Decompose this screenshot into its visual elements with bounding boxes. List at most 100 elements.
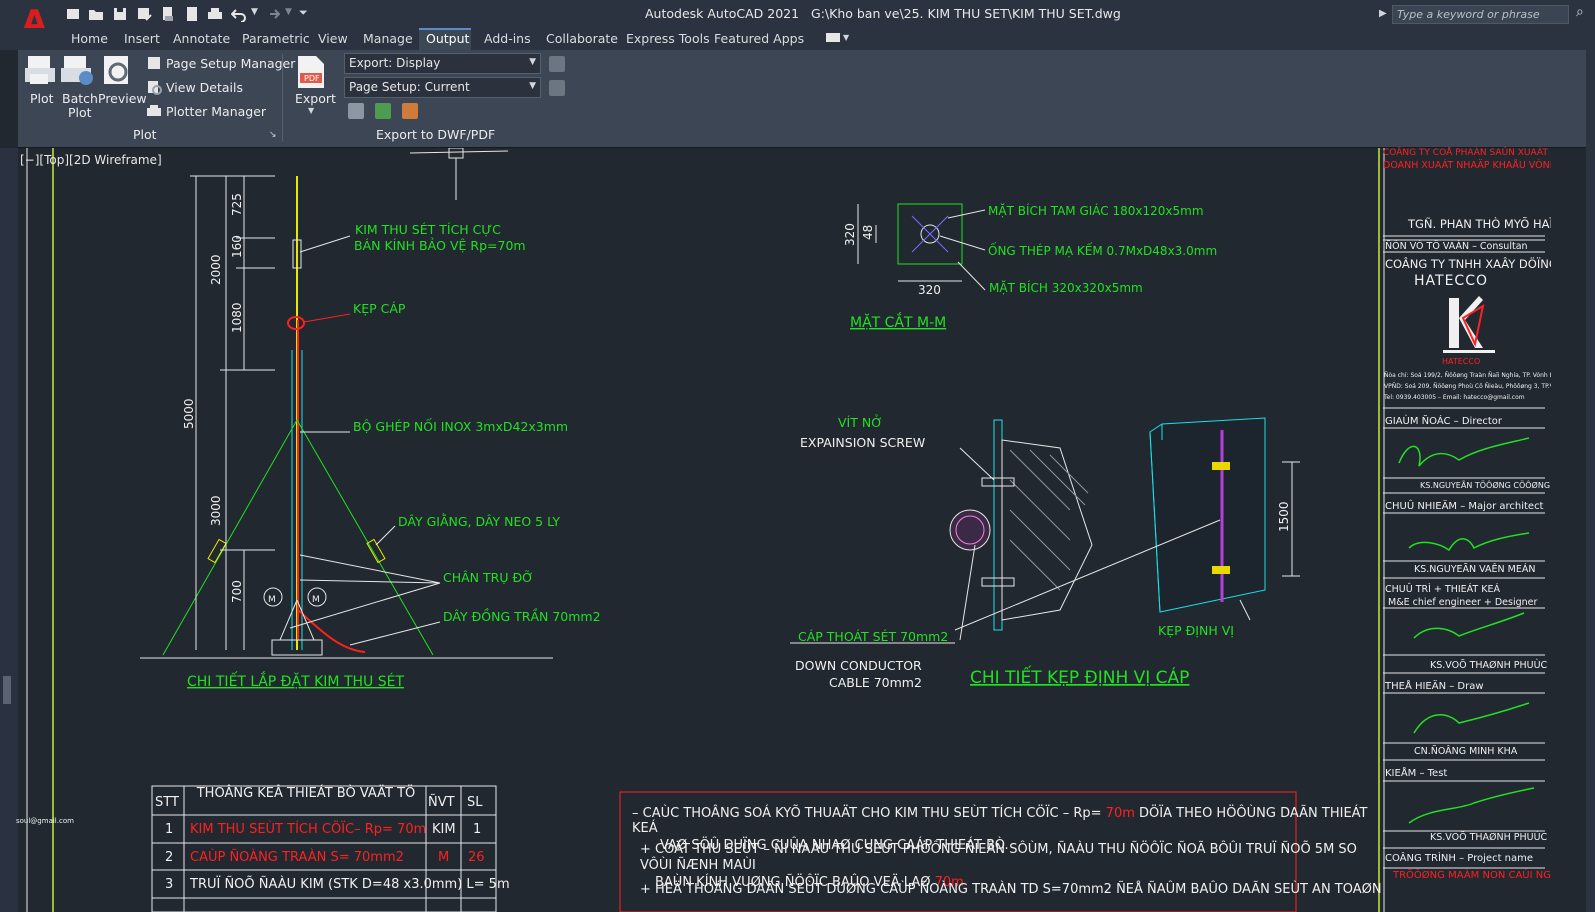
table-header-desc: THOÂNG KEÂ THIEÁT BÒ VAÄT TÖ xyxy=(196,786,416,801)
undo-icon[interactable] xyxy=(231,6,247,22)
tb-me-line-1: CHUÛ TRÌ + THIEÁT KEÁ xyxy=(1385,584,1500,595)
plot-panel-launcher-icon[interactable]: ↘ xyxy=(269,130,277,140)
label-bo-ghep: BỘ GHÉP NỐI INOX 3mxD42x3mm xyxy=(353,418,568,434)
new-file-icon[interactable] xyxy=(65,6,81,22)
redo-dropdown-icon[interactable]: ▼ xyxy=(285,7,292,17)
notes-line-1b: 70m xyxy=(1105,806,1135,821)
plot-button-label[interactable]: Plot xyxy=(30,91,54,106)
dim-725: 725 xyxy=(230,193,244,216)
view-details-icon[interactable] xyxy=(146,79,162,95)
table-row-1-desc: KIM THU SEÙT TÍCH CÖÏC– Rp= 70m xyxy=(190,822,427,837)
label-kep-cap: KẸP CÁP xyxy=(353,301,406,316)
open-folder-icon[interactable] xyxy=(88,6,104,22)
plotter-manager-label[interactable]: Plotter Manager xyxy=(166,104,266,119)
label-ban-kinh: BÁN KÍNH BẢO VỆ Rp=70m xyxy=(354,237,526,253)
tab-home[interactable]: Home xyxy=(71,31,108,46)
window-title: Autodesk AutoCAD 2021 G:\Kho ban ve\25. … xyxy=(645,6,1121,21)
tab-manage[interactable]: Manage xyxy=(363,31,413,46)
tab-view[interactable]: View xyxy=(318,31,348,46)
page-setup-value: Page Setup: Current xyxy=(349,80,470,94)
tab-add-ins[interactable]: Add-ins xyxy=(484,31,531,46)
dim-mm-48: 48 xyxy=(861,225,875,240)
tb-consultant: ÑÔN VÒ TÖ VAÁN – Consultan xyxy=(1385,241,1528,252)
label-ong-thep: ỐNG THÉP MẠ KẾM 0.7MxD48x3.0mm xyxy=(988,242,1217,258)
tb-me-name: KS.VOÕ THAØNH PHUÙC xyxy=(1430,660,1548,671)
label-mat-bich: MẶT BÍCH 320x320x5mm xyxy=(989,280,1143,295)
tab-featured-apps[interactable]: Featured Apps xyxy=(714,31,804,46)
tb-company-top-1: COÂNG TY COÅ PHAÀN SAÛN XUAÁT KINH xyxy=(1383,148,1573,158)
customize-quick-access-icon[interactable]: ⏷ xyxy=(299,6,308,20)
tb-draw-label: THEÅ HIEÄN – Draw xyxy=(1385,681,1484,692)
search-input[interactable]: Type a keyword or phrase xyxy=(1392,5,1569,24)
open-web-icon[interactable] xyxy=(160,6,176,22)
tab-express-tools[interactable]: Express Tools xyxy=(626,31,710,46)
page-setup-dropdown[interactable]: Page Setup: Current ▼ xyxy=(344,77,541,98)
search-icon[interactable]: ⌕ xyxy=(1576,4,1584,20)
label-mat-bich-tam-giac: MẶT BÍCH TAM GIÁC 180x120x5mm xyxy=(988,203,1204,218)
preview-label[interactable]: Preview xyxy=(98,91,147,106)
undo-dropdown-icon[interactable]: ▼ xyxy=(251,7,258,17)
ribbon-minimize-dropdown-icon[interactable]: ▼ xyxy=(843,33,849,42)
export-display-value: Export: Display xyxy=(349,56,441,70)
plotter-manager-icon[interactable] xyxy=(146,103,162,119)
print-icon[interactable] xyxy=(207,6,223,22)
table-header-stt: STT xyxy=(155,795,179,810)
notes-line-5: VÔÙI ÑÆNH MAÙI xyxy=(640,858,756,873)
view-details-label[interactable]: View Details xyxy=(166,80,243,95)
notes-line-1: – CAÙC THOÂNG SOÁ KYÕ THUAÄT CHO KIM THU… xyxy=(632,806,1368,821)
tab-insert[interactable]: Insert xyxy=(124,31,160,46)
batch-plot-label-2[interactable]: Plot xyxy=(68,105,92,120)
tab-parametric[interactable]: Parametric xyxy=(242,31,310,46)
table-row-2-unit: M xyxy=(438,850,450,865)
tb-test-name: KS.VOÕ THAØNH PHUÙC xyxy=(1430,832,1548,843)
viewport-controls[interactable]: [−][Top][2D Wireframe] xyxy=(20,153,162,167)
section-marker-right: M xyxy=(312,595,320,605)
batch-plot-icon[interactable] xyxy=(60,54,94,88)
batch-plot-label-1[interactable]: Batch xyxy=(62,91,98,106)
tb-logo-text: HATECCO xyxy=(1442,357,1481,366)
label-kim-thu-set: KIM THU SÉT TÍCH CỰC xyxy=(355,222,501,237)
export-pdf-icon[interactable]: PDF xyxy=(296,55,326,89)
dim-mm-320-v: 320 xyxy=(843,223,857,246)
export-dropdown-icon[interactable]: ▼ xyxy=(308,106,314,115)
preview-export-icon[interactable] xyxy=(348,103,364,119)
notes-line-2: KEÁ xyxy=(632,821,658,836)
label-day-dong: DÂY ĐỒNG TRẦN 70mm2 xyxy=(443,608,601,624)
page-setup-manager-label[interactable]: Page Setup Manager xyxy=(166,56,295,71)
dim-160: 160 xyxy=(230,235,244,258)
export-label[interactable]: Export xyxy=(295,91,336,106)
notes-line-1c: DÖÏA THEO HÖÔÙNG DAÃN THIEÁT xyxy=(1139,806,1368,821)
redo-icon[interactable] xyxy=(264,6,280,22)
notes-line-4: + COÄT THU SEÙT – ÑI NAÀU THU SEÙT PHÖÔN… xyxy=(640,842,1357,857)
search-expand-icon[interactable]: ▶ xyxy=(1379,8,1387,19)
export-options-icon[interactable] xyxy=(549,56,565,72)
tb-address-1: Ñòa chỉ: Soá 199/2, Ñöôøng Traàn Ñaïi Ng… xyxy=(1384,372,1565,379)
table-row-1-unit: KIM xyxy=(432,822,456,837)
plot-panel-title: Plot xyxy=(133,127,157,142)
plot-icon[interactable] xyxy=(24,54,58,88)
label-kep-dinh-vi: KẸP ĐỊNH VỊ xyxy=(1158,623,1234,638)
tab-output[interactable]: Output xyxy=(426,31,469,46)
tb-address-2: VPÑD: Soá 209, Ñöôøng Phoù Cô Ñieàu, Phö… xyxy=(1384,383,1558,390)
save-web-icon[interactable] xyxy=(184,6,200,22)
ribbon-minimize-icon[interactable] xyxy=(826,33,840,42)
tb-director-label: GIAÙM ÑOÁC – Director xyxy=(1385,416,1503,427)
tab-annotate[interactable]: Annotate xyxy=(173,31,230,46)
title-bar: A ▼ ▼ ⏷ Autodesk AutoCAD 2021 G:\Kho ban… xyxy=(0,0,1595,40)
table-header-unit: ÑVT xyxy=(428,795,455,810)
app-name: Autodesk AutoCAD 2021 xyxy=(645,6,800,21)
preview-icon[interactable] xyxy=(100,54,134,88)
export-dwfx-icon[interactable] xyxy=(402,103,418,119)
export-dwf-icon[interactable] xyxy=(375,103,391,119)
export-display-dropdown[interactable]: Export: Display ▼ xyxy=(344,53,541,74)
tb-company: COÂNG TY TNHH XAÂY DÖÏNG xyxy=(1385,257,1558,271)
tb-director-name: KS.NGUYEÃN TÖÔØNG CÖÔØNG xyxy=(1420,481,1551,490)
side-note: soul@gmail.com xyxy=(16,817,74,825)
page-setup-override-icon[interactable] xyxy=(549,80,565,96)
tab-collaborate[interactable]: Collaborate xyxy=(546,31,618,46)
table-row-2-qty: 26 xyxy=(468,850,485,865)
page-setup-manager-icon[interactable] xyxy=(146,55,162,71)
vertical-scrollbar[interactable] xyxy=(1586,0,1595,912)
save-icon[interactable] xyxy=(112,6,128,22)
save-as-icon[interactable] xyxy=(136,6,152,22)
